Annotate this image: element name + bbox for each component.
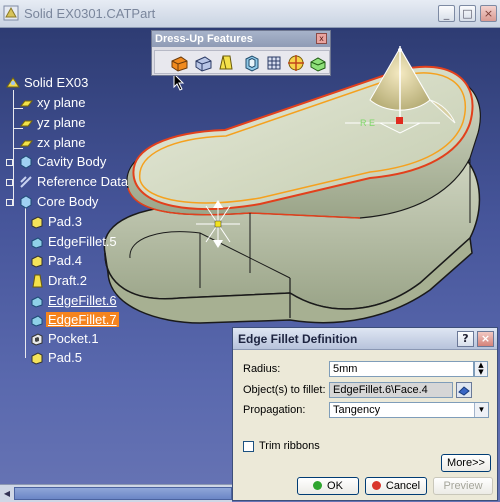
tree-item-label: xy plane [37, 95, 86, 110]
preview-button[interactable]: Preview [433, 477, 493, 495]
dress-up-features-toolbar[interactable]: Dress-Up Features x [151, 30, 331, 76]
pad-icon [31, 216, 43, 229]
body-icon [20, 155, 32, 169]
tree-item-label: Draft.2 [48, 273, 88, 288]
dialog-title: Edge Fillet Definition [238, 332, 358, 346]
objects-field[interactable]: EdgeFillet.6\Face.4 [329, 382, 453, 398]
tree-item-label: EdgeFillet.7 [46, 312, 119, 327]
objects-label: Object(s) to fillet: [243, 384, 326, 396]
draft-icon[interactable] [215, 53, 235, 73]
edge-fillet-dialog: Edge Fillet Definition ? × Radius: 5mm ▲… [232, 327, 498, 501]
tree-item-label: Pad.4 [48, 253, 82, 268]
tree-item-label: Solid EX03 [24, 75, 89, 90]
help-button[interactable]: ? [457, 331, 474, 347]
maximize-button[interactable]: □ [459, 5, 476, 22]
dialog-close-button[interactable]: × [477, 331, 494, 347]
shell-icon[interactable] [242, 53, 262, 73]
window-title: Solid EX0301.CATPart [24, 6, 156, 21]
scrollbar-thumb[interactable] [14, 487, 232, 500]
tree-item-label: Pad.3 [48, 214, 82, 229]
toolbar-title[interactable]: Dress-Up Features [152, 31, 330, 47]
more-button[interactable]: More>> [441, 454, 491, 472]
catia-window: Solid EX0301.CATPart _ □ × R E Dress-Up … [0, 0, 500, 502]
collapse-icon[interactable] [6, 199, 13, 206]
compass-label: R E [360, 118, 376, 128]
minimize-button[interactable]: _ [438, 5, 455, 22]
window-titlebar[interactable]: Solid EX0301.CATPart _ □ × [0, 0, 500, 28]
scroll-left-icon[interactable]: ◀ [1, 487, 13, 500]
toolbar-icons [154, 50, 330, 74]
part-icon [6, 77, 20, 88]
tree-item-label: zx plane [37, 135, 86, 150]
edge-fillet-icon [31, 315, 43, 327]
edge-fillet-icon [31, 237, 43, 249]
plane-icon [19, 100, 33, 107]
cancel-label: Cancel [385, 480, 421, 492]
expand-icon[interactable] [6, 179, 13, 186]
tree-item-label: EdgeFillet.6 [48, 293, 117, 308]
dialog-titlebar[interactable]: Edge Fillet Definition ? × [233, 328, 497, 350]
specification-tree: Solid EX03 xy plane yz plane zx plane Ca… [0, 28, 140, 502]
geometrical-set-icon [20, 176, 32, 188]
radius-label: Radius: [243, 363, 281, 375]
tree-item-label: Core Body [37, 194, 99, 209]
ok-icon [313, 481, 323, 490]
horizontal-scrollbar[interactable]: ◀ [0, 484, 232, 502]
fillet-icon[interactable] [169, 53, 189, 73]
tree-item-label: yz plane [37, 115, 86, 130]
ok-button[interactable]: OK [297, 477, 359, 495]
tree-item-label: Pocket.1 [48, 331, 99, 346]
ok-label: OK [327, 480, 343, 492]
expand-icon[interactable] [6, 159, 13, 166]
tree-item-label: EdgeFillet.5 [48, 234, 117, 249]
plane-icon [19, 120, 33, 127]
toolbar-close-button[interactable]: x [316, 33, 327, 44]
pocket-icon [31, 333, 43, 346]
radius-field[interactable]: 5mm [329, 361, 474, 377]
catpart-icon [3, 5, 19, 21]
propagation-value: Tangency [333, 404, 381, 416]
trim-ribbons-label: Trim ribbons [259, 440, 320, 452]
chamfer-icon[interactable] [193, 53, 213, 73]
pad-icon [31, 352, 43, 365]
tree-item-label: Reference Data [37, 174, 129, 189]
trim-ribbons-checkbox[interactable] [243, 441, 254, 452]
body-icon [20, 195, 32, 209]
tree-item-label: Pad.5 [48, 350, 82, 365]
plane-icon [19, 140, 33, 147]
thread-icon[interactable] [286, 53, 306, 73]
tree-item-label: Cavity Body [37, 154, 107, 169]
cancel-button[interactable]: Cancel [365, 477, 427, 495]
thickness-icon[interactable] [264, 53, 284, 73]
chevron-down-icon[interactable]: ▼ [474, 403, 488, 417]
close-window-button[interactable]: × [480, 5, 497, 22]
draft-icon [32, 274, 43, 288]
radius-spinner[interactable]: ▲ ▼ [474, 361, 488, 377]
propagation-select[interactable]: Tangency ▼ [329, 402, 489, 418]
edge-selection-icon[interactable] [456, 382, 472, 398]
edge-fillet-icon [31, 296, 43, 308]
cancel-icon [371, 481, 381, 490]
pad-icon [31, 255, 43, 268]
remove-face-icon[interactable] [308, 53, 328, 73]
propagation-label: Propagation: [243, 404, 306, 416]
